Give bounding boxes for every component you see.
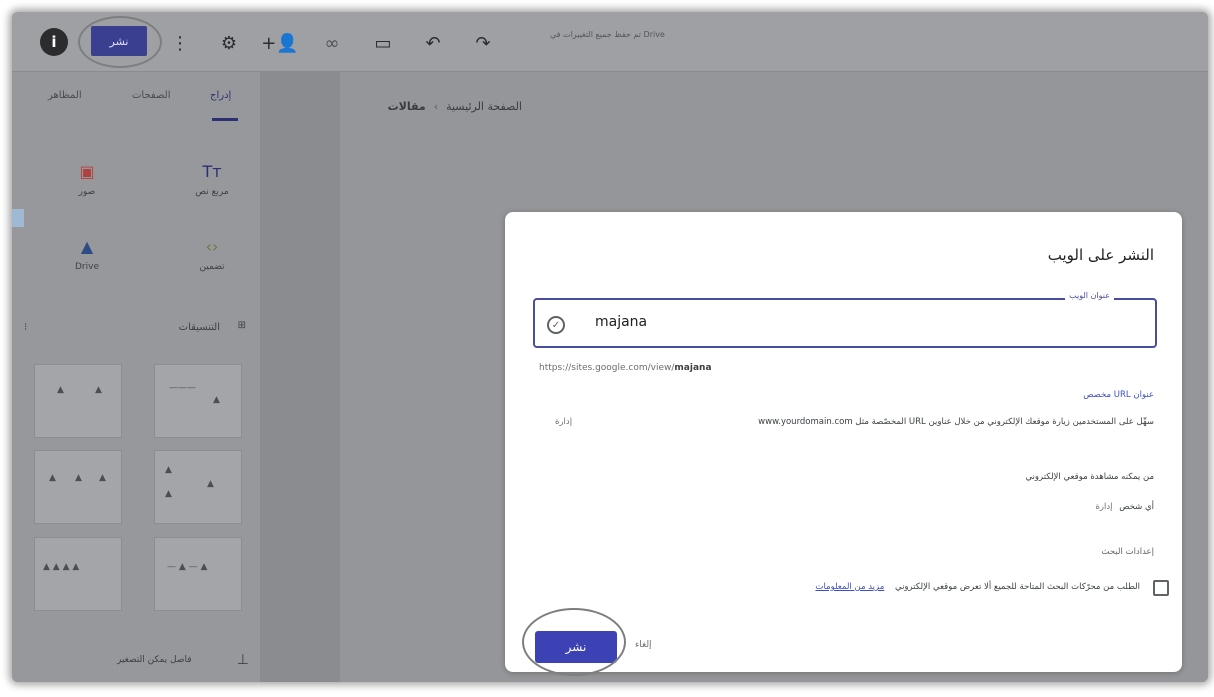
url-name: majana [674, 363, 712, 373]
collapsible-divider-tool[interactable]: فاصل يمكن التصغير ⊥ [117, 652, 249, 668]
image-placeholder-icon: ▲ [213, 395, 220, 405]
custom-url-title: عنوان URL مخصص [1083, 390, 1154, 400]
tool-label: تضمين [199, 262, 225, 272]
tab-themes[interactable]: المظاهر [48, 90, 82, 101]
more-vert-icon[interactable]: ⋮ [167, 30, 193, 56]
search-visibility-row: الطلب من محرّكات البحث المتاحة للجميع أل… [815, 582, 1140, 592]
tool-drive[interactable]: ▲ Drive [57, 237, 117, 272]
layout-tile-1[interactable]: ——— ▲ [154, 364, 242, 438]
divider-label: فاصل يمكن التصغير [117, 655, 192, 665]
who-can-view-value: أي شخص [1119, 502, 1154, 512]
tool-text-box[interactable]: Tт مربع نص [182, 162, 242, 197]
layout-tile-3[interactable]: ▲ ▲ ▲ [154, 450, 242, 524]
layout-tile-6[interactable]: ▲ ▲ ▲ ▲ [34, 537, 122, 611]
publish-dialog: النشر على الويب عنوان الويب ✓ majana htt… [505, 212, 1182, 676]
preview-icon[interactable]: ▭ [370, 30, 396, 56]
drive-icon: ▲ [80, 237, 94, 256]
save-status: تم حفظ جميع التغييرات في Drive [550, 30, 665, 39]
tool-label: Drive [75, 262, 99, 272]
breadcrumb-separator-icon: › [433, 100, 439, 113]
top-toolbar: i نشر ⋮ ⚙ +👤 ∞ ▭ ↶ ↷ تم حفظ جميع التغيير… [12, 12, 1208, 72]
dialog-title: النشر على الويب [1047, 246, 1154, 264]
active-tab-indicator [212, 118, 238, 121]
undo-icon[interactable]: ↶ [420, 30, 446, 56]
breadcrumb-home[interactable]: الصفحة الرئيسية [446, 100, 522, 113]
tool-embed[interactable]: ‹› تضمين [182, 237, 242, 272]
collapse-icon[interactable]: ⁝ [24, 322, 27, 333]
search-checkbox-label: الطلب من محرّكات البحث المتاحة للجميع أل… [894, 582, 1140, 592]
embed-icon: ‹› [205, 237, 219, 256]
settings-icon[interactable]: ⚙ [216, 30, 242, 56]
cancel-button[interactable]: إلغاء [635, 640, 652, 650]
sidebar: إدراج الصفحات المظاهر Tт مربع نص ▣ صور ‹… [12, 72, 260, 682]
custom-url-description: سهِّل على المستخدمين زيارة موقعك الإلكتر… [758, 417, 1154, 427]
breadcrumb-current: مقالات [387, 100, 426, 113]
info-icon[interactable]: i [40, 28, 68, 56]
search-settings-title: إعدادات البحث [1101, 547, 1154, 557]
divider-icon: ⊥ [236, 652, 249, 668]
image-placeholder-icon: ▲ [57, 385, 64, 395]
breadcrumb: الصفحة الرئيسية › مقالات [388, 100, 522, 113]
tool-label: صور [78, 187, 96, 197]
site-url: https://sites.google.com/view/majana [539, 363, 712, 373]
layout-tile-4[interactable]: ▲ ▲ ▲ [34, 450, 122, 524]
add-person-icon[interactable]: +👤 [261, 30, 299, 56]
layouts-icon: ⊞ [237, 320, 246, 331]
tab-insert[interactable]: إدراج [210, 90, 231, 101]
learn-more-link[interactable]: مزيد من المعلومات [815, 582, 884, 592]
image-icon: ▣ [79, 162, 95, 181]
sidebar-gutter [260, 72, 340, 682]
who-can-view-row: أي شخص إدارة [1095, 502, 1154, 512]
manage-viewers-link[interactable]: إدارة [1095, 502, 1112, 512]
tool-images[interactable]: ▣ صور [57, 162, 117, 197]
edge-marker [12, 209, 24, 227]
highlight-circle-publish [522, 608, 626, 676]
web-address-label: عنوان الويب [1065, 291, 1114, 300]
layout-tile-2[interactable]: ▲ ▲ [34, 364, 122, 438]
text-box-icon: Tт [202, 162, 222, 181]
layout-tile-5[interactable]: — ▲ — ▲ [154, 537, 242, 611]
tab-pages[interactable]: الصفحات [132, 90, 170, 101]
check-circle-icon: ✓ [547, 316, 565, 334]
app-window: i نشر ⋮ ⚙ +👤 ∞ ▭ ↶ ↷ تم حفظ جميع التغيير… [12, 12, 1208, 682]
tool-label: مربع نص [195, 187, 229, 197]
who-can-view-title: من يمكنه مشاهدة موقعي الإلكتروني [1025, 472, 1154, 482]
web-address-input[interactable]: majana [595, 314, 647, 330]
redo-icon[interactable]: ↷ [470, 30, 496, 56]
search-visibility-checkbox[interactable] [1153, 580, 1169, 596]
url-prefix: https://sites.google.com/view/ [539, 363, 675, 373]
sidebar-tabs: إدراج الصفحات المظاهر [12, 72, 260, 122]
link-icon[interactable]: ∞ [319, 30, 345, 56]
image-placeholder-icon: ▲ [95, 385, 102, 395]
manage-custom-url-link[interactable]: إدارة [555, 417, 572, 427]
layouts-title: التنسيقات [178, 322, 220, 333]
highlight-circle-top [78, 16, 162, 68]
